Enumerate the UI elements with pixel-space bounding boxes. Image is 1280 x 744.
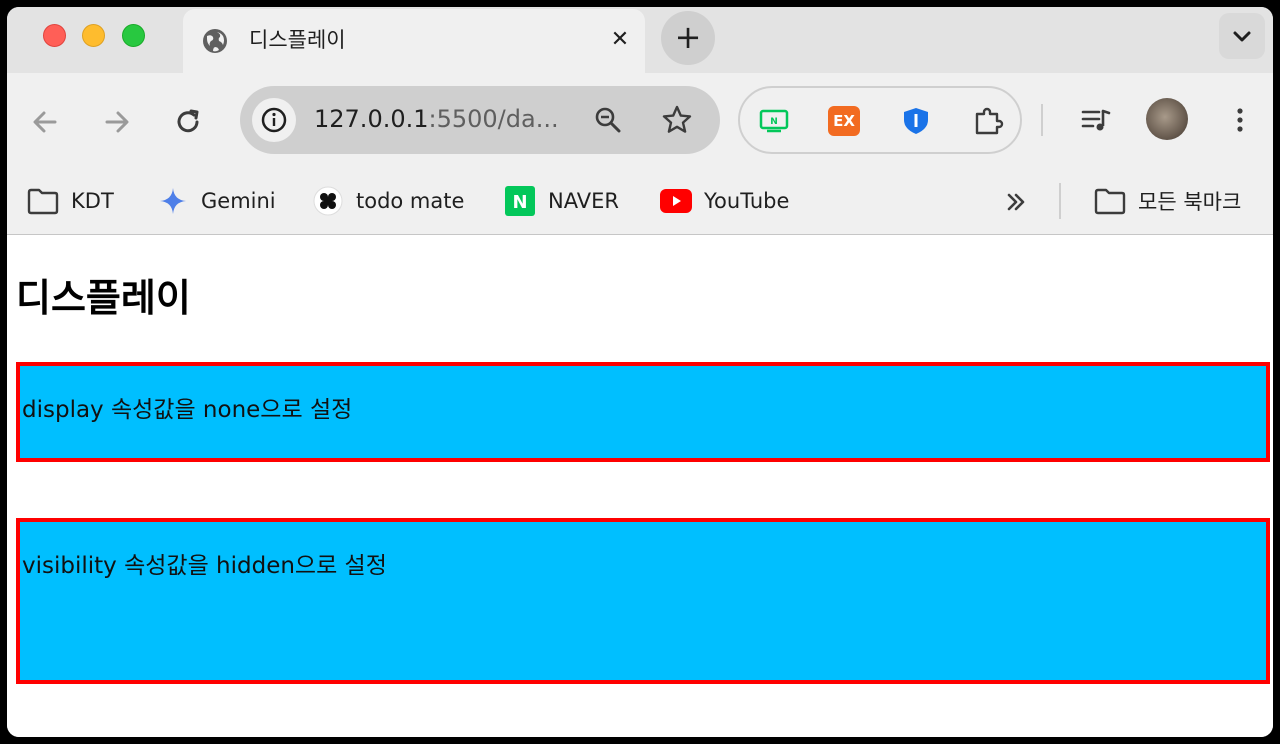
tab-active[interactable]: 디스플레이 ✕ xyxy=(183,9,645,73)
bookmark-label: YouTube xyxy=(704,189,790,213)
url-path: :5500/da... xyxy=(428,105,559,133)
gemini-icon xyxy=(157,185,189,217)
reload-icon[interactable] xyxy=(170,104,206,140)
todomate-icon xyxy=(312,185,344,217)
tab-title: 디스플레이 xyxy=(249,28,346,52)
page-content: 디스플레이 display 속성값을 none으로 설정 visibility … xyxy=(7,236,1273,737)
bookmarks-divider xyxy=(1059,183,1061,219)
media-queue-icon[interactable] xyxy=(1079,103,1113,137)
tab-strip: 디스플레이 ✕ + xyxy=(7,7,1273,73)
extensions-group: N EX xyxy=(738,86,1022,154)
close-window-button[interactable] xyxy=(43,24,66,47)
bookmark-naver[interactable]: N NAVER xyxy=(504,181,619,221)
chevron-double-right-icon[interactable] xyxy=(1001,187,1031,217)
shield-ext-icon[interactable] xyxy=(900,106,932,136)
puzzle-icon[interactable] xyxy=(972,106,1004,136)
display-none-box: display 속성값을 none으로 설정 xyxy=(16,362,1270,462)
bookmark-label: NAVER xyxy=(548,189,619,213)
back-arrow-icon[interactable] xyxy=(27,104,63,140)
minimize-window-button[interactable] xyxy=(82,24,105,47)
close-icon[interactable]: ✕ xyxy=(607,27,633,53)
ex-ext-icon[interactable]: EX xyxy=(828,106,860,136)
site-info-button[interactable] xyxy=(252,98,296,142)
profile-avatar[interactable] xyxy=(1146,98,1188,140)
globe-icon xyxy=(203,29,227,53)
browser-window: 디스플레이 ✕ + 127.0.0.1:5500/da... N EX KDT … xyxy=(7,7,1273,737)
naver-ext-icon[interactable]: N xyxy=(758,106,790,136)
chevron-down-icon xyxy=(1233,31,1251,42)
bookmark-todo-mate[interactable]: todo mate xyxy=(312,181,464,221)
bookmark-gemini[interactable]: Gemini xyxy=(157,181,276,221)
box-text: visibility 속성값을 hidden으로 설정 xyxy=(22,553,387,579)
new-tab-button[interactable]: + xyxy=(661,11,715,65)
page-title: 디스플레이 xyxy=(16,276,191,320)
url-text[interactable]: 127.0.0.1:5500/da... xyxy=(314,104,559,134)
box-text: display 속성값을 none으로 설정 xyxy=(22,397,353,423)
bookmarks-bar: KDT Gemini todo mate N NAVER YouTube 모든 … xyxy=(7,169,1273,235)
all-bookmarks-label: 모든 북마크 xyxy=(1138,190,1242,214)
naver-bm-letter: N xyxy=(512,192,527,213)
bookmark-label: KDT xyxy=(71,189,114,213)
naver-ext-letter: N xyxy=(770,117,778,127)
toolbar-divider xyxy=(1041,104,1043,136)
folder-icon xyxy=(1094,185,1126,217)
folder-icon xyxy=(27,185,59,217)
forward-arrow-icon[interactable] xyxy=(99,104,135,140)
url-host: 127.0.0.1 xyxy=(314,105,429,133)
zoom-icon[interactable] xyxy=(592,104,624,136)
bookmark-label: Gemini xyxy=(201,189,276,213)
star-icon[interactable] xyxy=(660,103,694,137)
naver-icon: N xyxy=(504,185,536,217)
bookmark-kdt[interactable]: KDT xyxy=(27,181,114,221)
info-icon xyxy=(261,107,287,133)
bookmark-youtube[interactable]: YouTube xyxy=(660,181,789,221)
maximize-window-button[interactable] xyxy=(122,24,145,47)
tab-search-button[interactable] xyxy=(1219,13,1265,59)
youtube-icon xyxy=(660,185,692,217)
kebab-menu-icon[interactable] xyxy=(1225,103,1255,137)
bookmark-all[interactable]: 모든 북마크 xyxy=(1094,181,1241,221)
bookmark-label: todo mate xyxy=(356,189,465,213)
visibility-hidden-box: visibility 속성값을 hidden으로 설정 xyxy=(16,518,1270,684)
address-bar[interactable]: 127.0.0.1:5500/da... xyxy=(240,86,720,154)
